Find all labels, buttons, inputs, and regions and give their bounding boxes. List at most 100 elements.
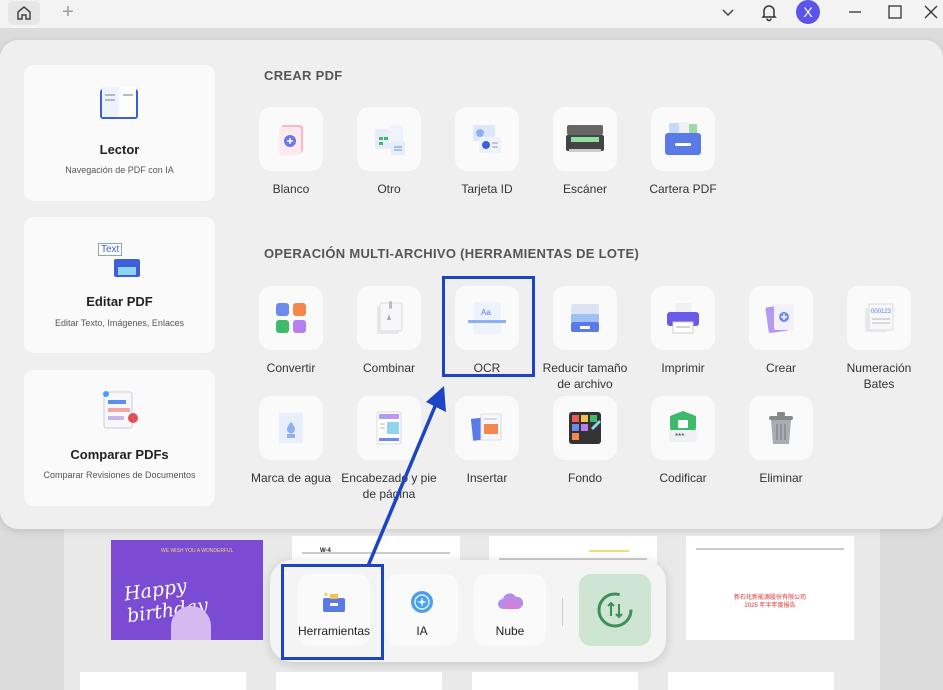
card-subtitle: Editar Texto, Imágenes, Enlaces <box>55 318 184 328</box>
dock-label: Nube <box>495 624 525 638</box>
home-icon <box>17 6 31 20</box>
tool-label-line-2: de página <box>362 487 416 501</box>
tool-blanco[interactable]: Blanco <box>243 107 339 197</box>
other-files-icon <box>357 107 421 171</box>
close-icon[interactable] <box>922 4 940 20</box>
report-text: 新石化新能源股份有限公司 2025 年半年度报告 <box>734 594 806 610</box>
card-title: Lector <box>99 142 140 157</box>
tool-label: Eliminar <box>759 471 803 485</box>
card-subtitle: Navegación de PDF con IA <box>65 165 174 175</box>
tool-label: Codificar <box>659 471 707 485</box>
bates-numbering-icon: 000123 <box>847 286 911 350</box>
tool-convertir[interactable]: Convertir <box>243 286 339 376</box>
book-icon <box>100 87 138 119</box>
document-row-2 <box>80 672 860 690</box>
herramientas-highlight-box <box>281 564 384 660</box>
document-thumbnail-birthday[interactable]: WE WISH YOU A WONDERFUL Happy birthday <box>95 536 265 640</box>
id-card-icon <box>455 107 519 171</box>
encrypt-icon-text: *** <box>675 432 684 441</box>
printer-icon <box>651 286 715 350</box>
compare-icon <box>103 391 138 429</box>
ocr-highlight-box <box>442 276 535 377</box>
tool-label: Blanco <box>272 182 310 196</box>
tool-codificar[interactable]: *** Codificar <box>635 396 731 486</box>
edit-text-icon: Text <box>98 241 142 281</box>
sidebar-card-editar-pdf[interactable]: Text Editar PDF Editar Texto, Imágenes, … <box>24 217 215 353</box>
sync-button[interactable] <box>579 574 651 646</box>
maximize-icon[interactable] <box>886 4 904 20</box>
dock-ia[interactable]: IA <box>386 574 458 646</box>
doc-header: W-4 <box>320 548 331 554</box>
sidebar-card-comparar-pdfs[interactable]: Comparar PDFs Comparar Revisiones de Doc… <box>24 370 215 506</box>
tool-label: Convertir <box>266 361 316 375</box>
tool-label: Combinar <box>362 361 416 375</box>
tool-label: Marca de agua <box>250 471 332 485</box>
combine-icon <box>357 286 421 350</box>
cloud-icon <box>498 593 524 609</box>
document-thumbnail-report[interactable]: 新石化新能源股份有限公司 2025 年半年度报告 <box>686 536 854 640</box>
tool-numeracion-bates[interactable]: 000123 Numeración Bates <box>831 286 927 392</box>
tool-reducir-tamano[interactable]: Reducir tamaño de archivo <box>537 286 633 392</box>
watermark-icon <box>259 396 323 460</box>
tool-label: Fondo <box>567 471 603 485</box>
dock-separator <box>562 598 563 626</box>
convert-icon <box>259 286 323 350</box>
bell-icon[interactable] <box>759 2 779 22</box>
report-title: 2025 年半年度报告 <box>744 603 796 609</box>
tool-label: Reducir tamaño de archivo <box>537 360 633 392</box>
tool-marca-de-agua[interactable]: Marca de agua <box>243 396 339 486</box>
tool-label-line-1: Encabezado y pie <box>341 471 437 485</box>
tool-label-line-2: de archivo <box>557 377 613 391</box>
header-footer-icon <box>357 396 421 460</box>
tool-encabezado-pie[interactable]: Encabezado y pie de página <box>341 396 437 502</box>
tool-fondo[interactable]: Fondo <box>537 396 633 486</box>
birthday-small-text: WE WISH YOU A WONDERFUL <box>161 548 234 554</box>
encrypt-icon: *** <box>651 396 715 460</box>
compress-icon <box>553 286 617 350</box>
sidebar-card-lector[interactable]: Lector Navegación de PDF con IA <box>24 65 215 201</box>
insert-icon <box>455 396 519 460</box>
minimize-icon[interactable] <box>846 4 864 20</box>
bates-icon-text: 000123 <box>871 309 892 315</box>
tool-label-line-1: Numeración <box>846 361 912 375</box>
scanner-icon <box>553 107 617 171</box>
blank-page-icon <box>259 107 323 171</box>
tool-label: Crear <box>765 361 796 375</box>
title-bar: + X <box>0 0 943 28</box>
tool-crear[interactable]: Crear <box>733 286 829 376</box>
tool-eliminar[interactable]: Eliminar <box>733 396 829 486</box>
card-subtitle: Comparar Revisiones de Documentos <box>43 470 196 480</box>
tool-label: Cartera PDF <box>649 182 717 196</box>
chevron-down-icon[interactable] <box>719 3 737 21</box>
home-tab[interactable] <box>8 1 40 25</box>
tool-insertar[interactable]: Insertar <box>439 396 535 486</box>
avatar[interactable]: X <box>796 0 820 24</box>
tool-label: Otro <box>377 182 401 196</box>
tool-cartera-pdf[interactable]: Cartera PDF <box>635 107 731 197</box>
tool-label: Numeración Bates <box>831 360 927 392</box>
card-title: Editar PDF <box>86 294 153 309</box>
tool-label-line-2: Bates <box>863 377 895 391</box>
dock-nube[interactable]: Nube <box>474 574 546 646</box>
birthday-card-preview: WE WISH YOU A WONDERFUL Happy birthday <box>111 540 263 640</box>
section-title-batch: OPERACIÓN MULTI-ARCHIVO (HERRAMIENTAS DE… <box>264 246 640 261</box>
edit-icon-label: Text <box>98 243 123 256</box>
report-company: 新石化新能源股份有限公司 <box>734 595 807 601</box>
tool-escaner[interactable]: Escáner <box>537 107 633 197</box>
cake-image <box>171 606 211 640</box>
create-icon <box>749 286 813 350</box>
dock-label: IA <box>416 624 428 638</box>
tool-label: Escáner <box>562 182 608 196</box>
sync-icon <box>597 592 633 628</box>
tool-label: Tarjeta ID <box>461 182 513 196</box>
tool-label-line-1: Reducir tamaño <box>542 361 628 375</box>
tool-combinar[interactable]: Combinar <box>341 286 437 376</box>
tool-tarjeta-id[interactable]: Tarjeta ID <box>439 107 535 197</box>
tool-label: Imprimir <box>661 361 705 375</box>
tool-label: Insertar <box>466 471 508 485</box>
section-title-crear-pdf: CREAR PDF <box>264 68 343 83</box>
new-tab-button[interactable]: + <box>58 2 78 22</box>
portfolio-icon <box>651 107 715 171</box>
tool-imprimir[interactable]: Imprimir <box>635 286 731 376</box>
tool-otro[interactable]: Otro <box>341 107 437 197</box>
